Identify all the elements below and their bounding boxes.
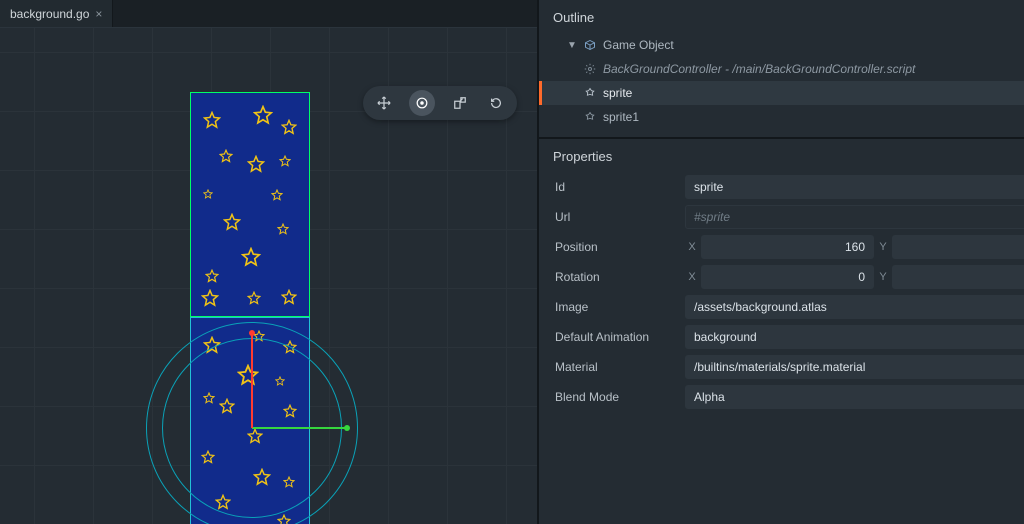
prop-label-id: Id	[555, 180, 675, 194]
outline-item-script[interactable]: BackGroundController - /main/BackGroundC…	[539, 57, 1024, 81]
outline-item-label: sprite1	[603, 110, 639, 124]
sprite-instance[interactable]	[190, 92, 310, 317]
star-icon	[203, 189, 213, 199]
star-icon	[223, 213, 241, 231]
outline-item-sprite[interactable]: sprite	[539, 81, 1024, 105]
properties-title: Properties	[539, 139, 1024, 172]
axis-label-y: Y	[876, 271, 890, 283]
default-animation-select[interactable]: ▼	[685, 325, 1024, 349]
sprite-instance[interactable]	[190, 317, 310, 524]
default-animation-value[interactable]	[685, 325, 1024, 349]
tab-background-go[interactable]: background.go ×	[0, 0, 113, 27]
outline-root-game-object[interactable]: ▼ Game Object	[539, 33, 1024, 57]
star-icon	[203, 392, 215, 404]
prop-label-default-animation: Default Animation	[555, 330, 675, 344]
prop-label-blend-mode: Blend Mode	[555, 390, 675, 404]
position-x-input[interactable]	[701, 235, 874, 259]
star-icon	[205, 269, 219, 283]
close-icon[interactable]: ×	[95, 7, 102, 21]
image-input[interactable]	[685, 295, 1024, 319]
url-input	[685, 205, 1024, 229]
cube-icon	[583, 38, 597, 52]
rotation-y-input[interactable]	[892, 265, 1024, 289]
star-icon	[201, 289, 219, 307]
star-icon	[279, 155, 291, 167]
axis-label-x: X	[685, 271, 699, 283]
star-icon	[281, 289, 297, 305]
star-icon	[283, 340, 297, 354]
star-icon	[247, 155, 265, 173]
move-tool-button[interactable]	[373, 92, 395, 114]
material-input[interactable]	[685, 355, 1024, 379]
sprite-icon	[583, 110, 597, 124]
star-icon	[241, 247, 261, 267]
gear-icon	[583, 62, 597, 76]
star-icon	[253, 105, 273, 125]
viewport-toolbar	[363, 86, 517, 120]
star-icon	[275, 376, 285, 386]
tab-label: background.go	[10, 7, 89, 21]
prop-label-url: Url	[555, 210, 675, 224]
star-icon	[283, 404, 297, 418]
scene-editor: background.go ×	[0, 0, 537, 524]
star-icon	[281, 119, 297, 135]
gizmo-x-handle[interactable]	[344, 425, 350, 431]
position-y-input[interactable]	[892, 235, 1024, 259]
star-icon	[203, 111, 221, 129]
star-icon	[215, 494, 231, 510]
star-icon	[219, 398, 235, 414]
scene-viewport[interactable]	[0, 28, 537, 524]
gizmo-x-axis[interactable]	[252, 427, 347, 429]
blend-mode-select[interactable]: ▼	[685, 385, 1024, 409]
star-icon	[201, 450, 215, 464]
blend-mode-value[interactable]	[685, 385, 1024, 409]
star-icon	[219, 149, 233, 163]
prop-label-rotation: Rotation	[555, 270, 675, 284]
gizmo-y-handle[interactable]	[249, 330, 255, 336]
star-icon	[247, 428, 263, 444]
outline-title: Outline	[539, 0, 1024, 33]
axis-label-y: Y	[876, 241, 890, 253]
scale-tool-button[interactable]	[449, 92, 471, 114]
id-input[interactable]	[685, 175, 1024, 199]
star-icon	[277, 223, 289, 235]
prop-label-material: Material	[555, 360, 675, 374]
prop-label-position: Position	[555, 240, 675, 254]
prop-label-image: Image	[555, 300, 675, 314]
rotate-tool-button[interactable]	[409, 90, 435, 116]
star-icon	[253, 468, 271, 486]
outline-item-sprite1[interactable]: sprite1	[539, 105, 1024, 129]
inspector-panel: Outline ▼ Game Object BackGroundControll…	[537, 0, 1024, 524]
star-icon	[237, 364, 259, 386]
outline-item-label: Game Object	[603, 38, 674, 52]
star-icon	[283, 476, 295, 488]
outline-item-label: BackGroundController - /main/BackGroundC…	[603, 62, 915, 76]
axis-label-x: X	[685, 241, 699, 253]
star-icon	[277, 514, 291, 524]
star-icon	[247, 291, 261, 305]
chevron-down-icon[interactable]: ▼	[567, 40, 577, 51]
reset-view-button[interactable]	[485, 92, 507, 114]
outline-panel: Outline ▼ Game Object BackGroundControll…	[539, 0, 1024, 139]
star-icon	[203, 336, 221, 354]
star-icon	[271, 189, 283, 201]
gizmo-y-axis[interactable]	[251, 333, 253, 428]
tab-bar: background.go ×	[0, 0, 537, 28]
sprite-icon	[583, 86, 597, 100]
outline-item-label: sprite	[603, 86, 632, 100]
rotation-x-input[interactable]	[701, 265, 874, 289]
properties-panel: Properties Id Url Position X Y Z	[539, 139, 1024, 524]
